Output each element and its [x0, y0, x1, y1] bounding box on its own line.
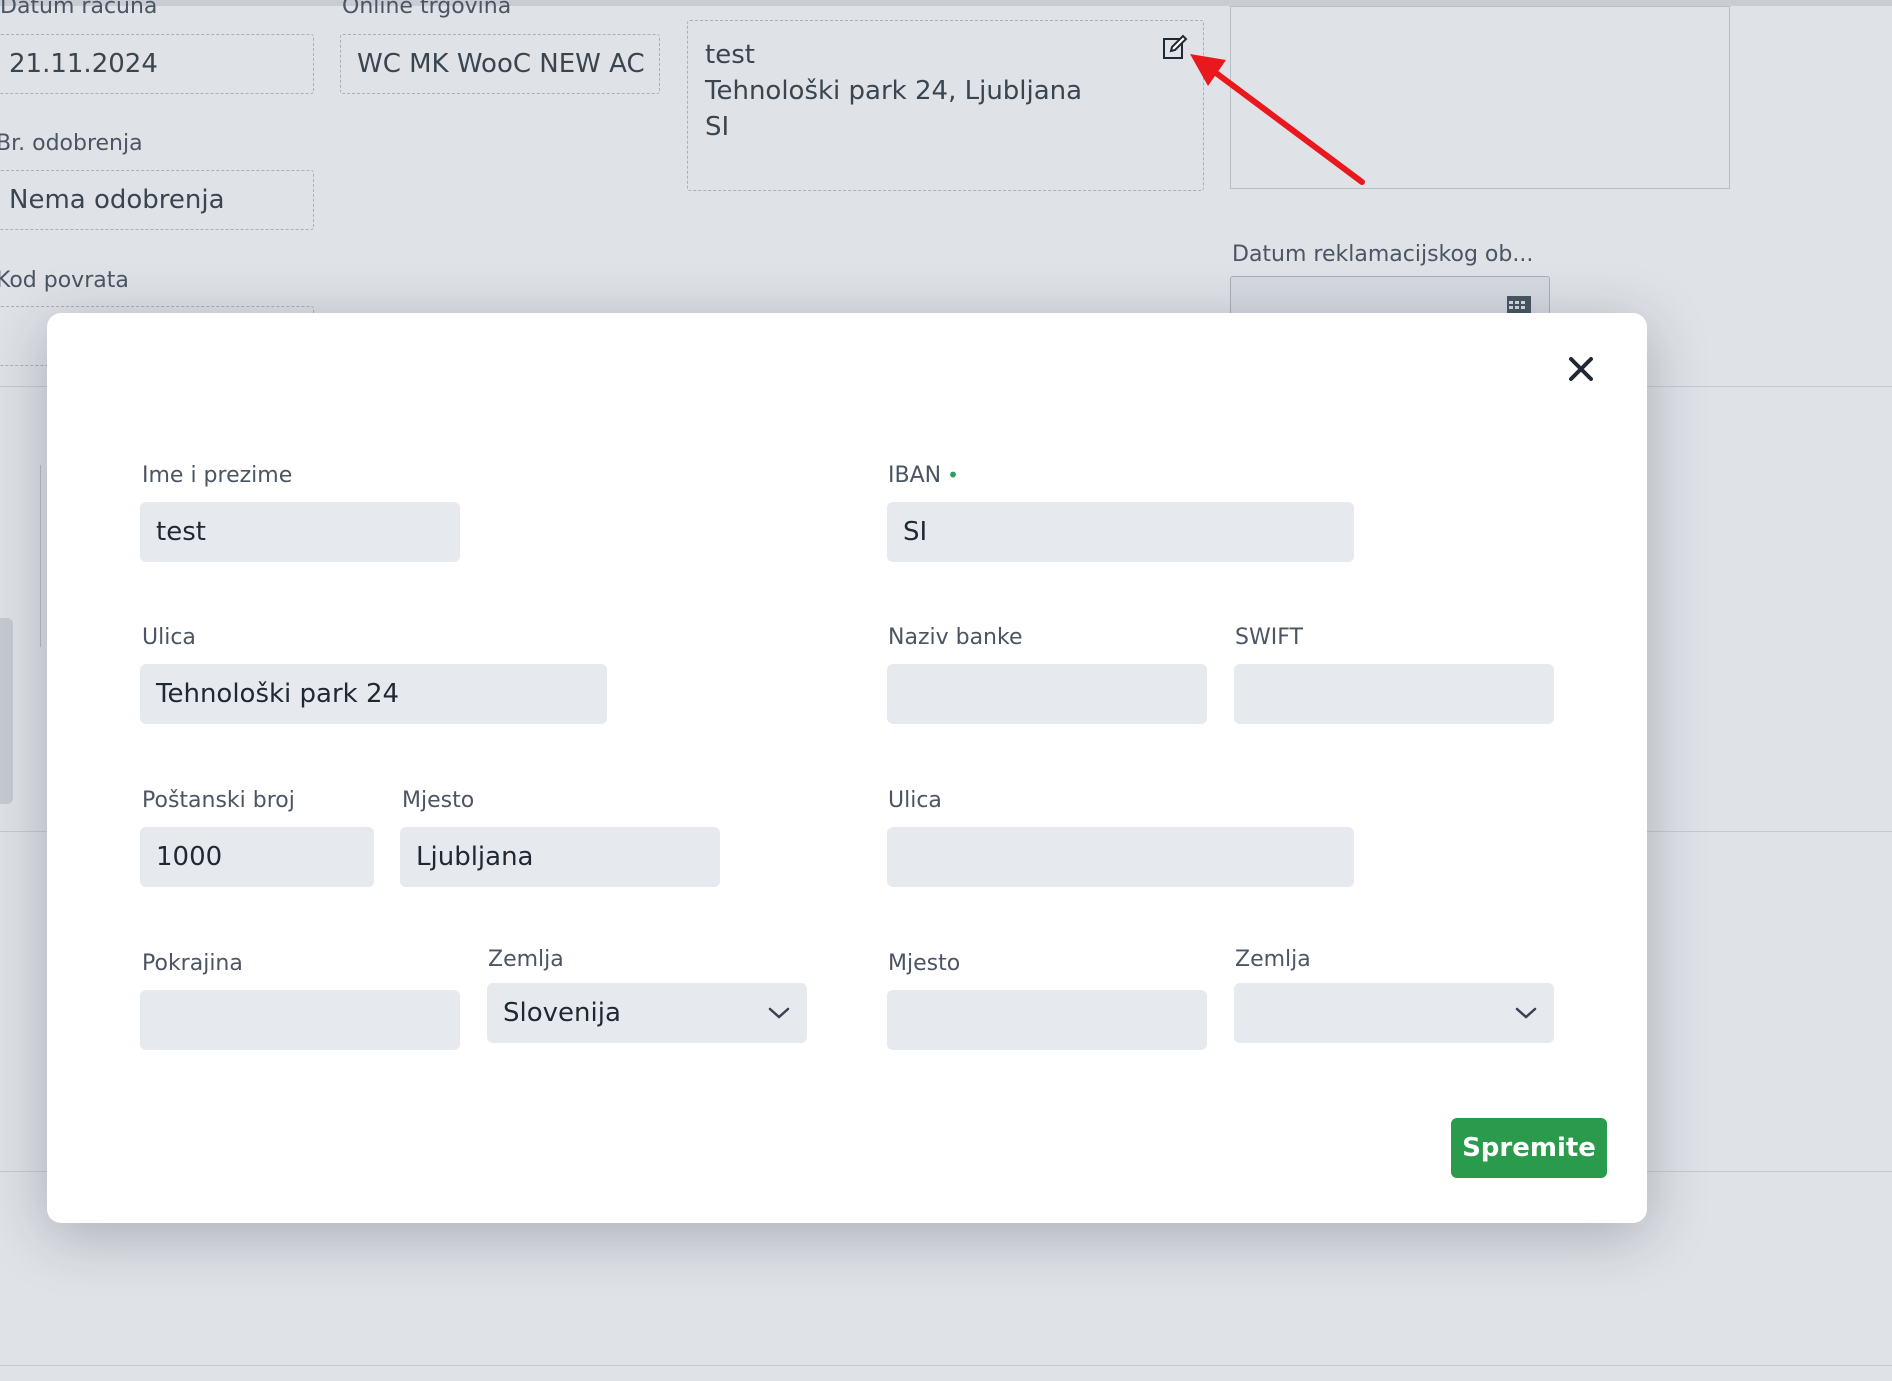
- label-bank-zemlja: Zemlja: [1235, 947, 1311, 972]
- label-bank-ulica: Ulica: [888, 788, 942, 813]
- iban-input[interactable]: SI: [887, 502, 1354, 562]
- ulica-input[interactable]: Tehnološki park 24: [140, 664, 607, 724]
- address-modal: Ime i prezime test Ulica Tehnološki park…: [47, 313, 1647, 1223]
- label-ime-prezime: Ime i prezime: [142, 463, 293, 488]
- label-postanski-broj: Poštanski broj: [142, 788, 295, 813]
- zemlja-select[interactable]: Slovenija: [487, 983, 807, 1043]
- side-panel-edge: [0, 618, 13, 804]
- label-kod-povrata: Kod povrata: [0, 268, 129, 293]
- address-line-2: Tehnološki park 24, Ljubljana: [705, 76, 1083, 106]
- label-online-trgovina: Online trgovina: [342, 0, 512, 19]
- label-datum-racuna: Datum računa: [0, 0, 158, 19]
- field-online-trgovina[interactable]: WC MK WooC NEW AC: [340, 34, 660, 94]
- postanski-broj-input[interactable]: 1000: [140, 827, 374, 887]
- field-br-odobrenja[interactable]: Nema odobrenja: [0, 170, 314, 230]
- label-naziv-banke: Naziv banke: [888, 625, 1023, 650]
- divider: [40, 465, 41, 647]
- chevron-down-icon: [768, 1007, 790, 1019]
- label-iban: IBAN •: [888, 463, 959, 488]
- divider: [0, 1365, 1892, 1366]
- bank-zemlja-select[interactable]: [1234, 983, 1554, 1043]
- field-datum-racuna[interactable]: 21.11.2024: [0, 34, 314, 94]
- naziv-banke-input[interactable]: [887, 664, 1207, 724]
- label-zemlja: Zemlja: [488, 947, 564, 972]
- required-dot: •: [947, 463, 959, 487]
- label-bank-mjesto: Mjesto: [888, 951, 961, 976]
- label-ulica: Ulica: [142, 625, 196, 650]
- label-mjesto: Mjesto: [402, 788, 475, 813]
- label-datum-reklamacijskog: Datum reklamacijskog ob...: [1232, 242, 1534, 267]
- label-swift: SWIFT: [1235, 625, 1303, 650]
- save-button[interactable]: Spremite: [1451, 1118, 1607, 1178]
- bank-mjesto-input[interactable]: [887, 990, 1207, 1050]
- zemlja-selected: Slovenija: [503, 998, 621, 1028]
- pokrajina-input[interactable]: [140, 990, 460, 1050]
- address-box: test Tehnološki park 24, Ljubljana SI: [687, 20, 1204, 191]
- label-br-odobrenja: Br. odobrenja: [0, 131, 143, 156]
- ime-prezime-input[interactable]: test: [140, 502, 460, 562]
- bank-ulica-input[interactable]: [887, 827, 1354, 887]
- address-line-3: SI: [705, 112, 730, 142]
- swift-input[interactable]: [1234, 664, 1554, 724]
- mjesto-input[interactable]: Ljubljana: [400, 827, 720, 887]
- label-pokrajina: Pokrajina: [142, 951, 243, 976]
- chevron-down-icon: [1515, 1007, 1537, 1019]
- annotation-arrow: [1190, 54, 1365, 185]
- address-line-1: test: [705, 40, 755, 70]
- close-icon[interactable]: [1563, 351, 1599, 387]
